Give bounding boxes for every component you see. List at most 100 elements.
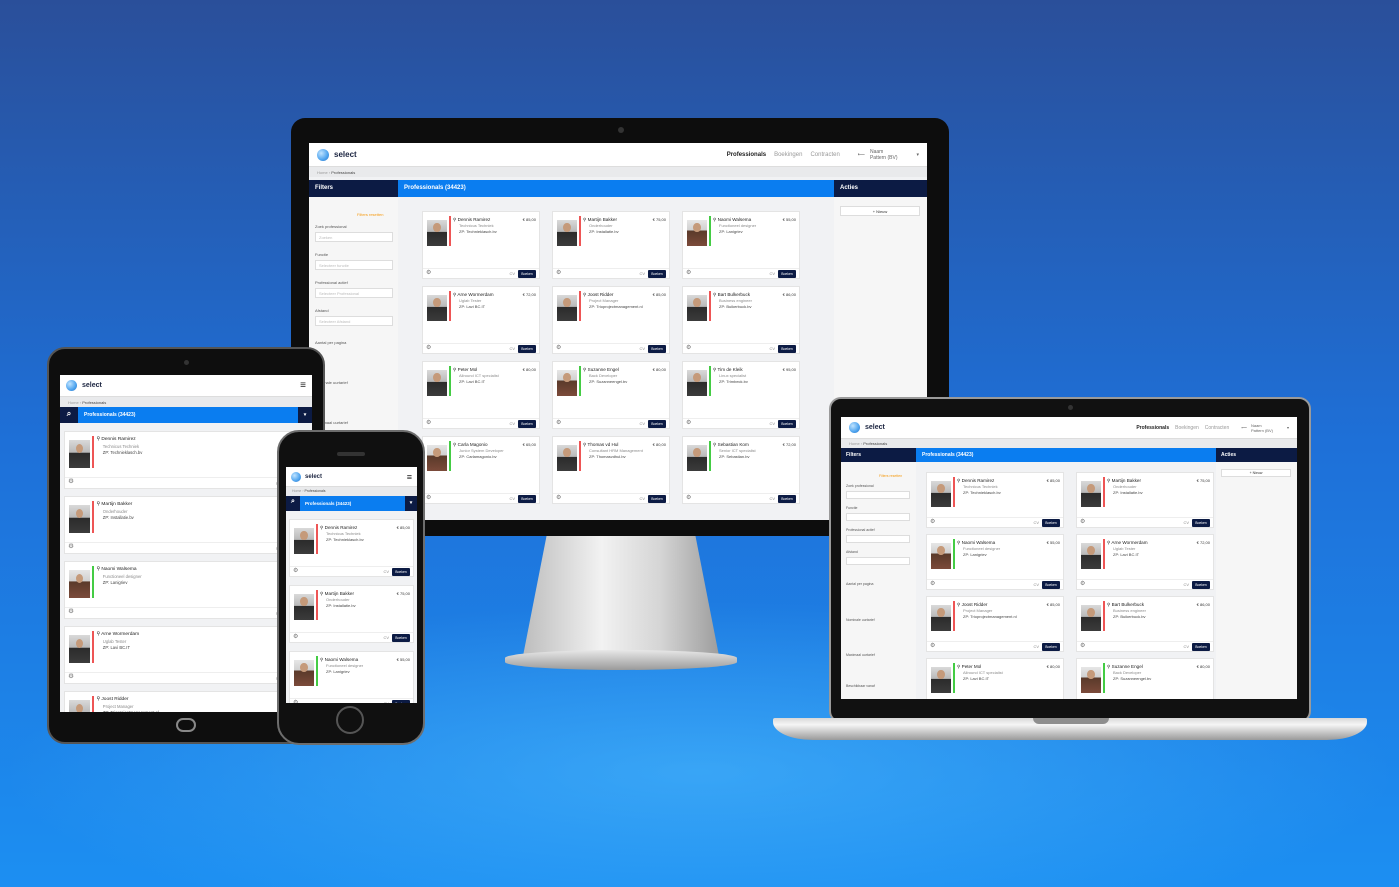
gear-icon[interactable]: ⚙ [1080, 518, 1085, 525]
gear-icon[interactable]: ⚙ [68, 608, 74, 615]
nav-contracts[interactable]: Contracten [810, 152, 839, 158]
cv-link[interactable]: CV [509, 346, 515, 351]
book-button[interactable]: Boeken [648, 270, 666, 278]
status-select[interactable] [846, 535, 910, 543]
profile-card[interactable]: ⚲ Peter Mol € 80,00 Allround ICT specialis… [926, 658, 1064, 699]
book-button[interactable]: Boeken [518, 495, 536, 503]
profile-card[interactable]: ⚲ Martijn Bakker€ 75,00OnderhouderZP: In… [1076, 472, 1214, 528]
gear-icon[interactable]: ⚙ [68, 673, 74, 680]
profile-card[interactable]: ⚲ Suzanne Engel € 80,00 Back Developer ZP: … [1076, 658, 1214, 699]
gear-icon[interactable]: ⚙ [930, 642, 935, 649]
profile-card[interactable]: ⚲ Martijn Bakker€ 75,00OnderhouderZP: In… [552, 211, 670, 279]
book-button[interactable]: Boeken [392, 568, 410, 576]
book-button[interactable]: Boeken [1042, 581, 1060, 589]
gear-icon[interactable]: ⚙ [686, 494, 691, 501]
cv-link[interactable]: CV [1033, 520, 1039, 525]
book-button[interactable]: Boeken [648, 345, 666, 353]
gear-icon[interactable]: ⚙ [426, 419, 431, 426]
profile-card[interactable]: ⚲ Joost Ridder€ 85,00Project ManagerZP: … [926, 596, 1064, 652]
profile-card[interactable]: ⚲ Bart Bulkerbuck € 86,00 Business enginee… [1076, 596, 1214, 652]
cv-link[interactable]: CV [769, 271, 775, 276]
nav-bookings[interactable]: Boekingen [1175, 425, 1199, 431]
gear-icon[interactable]: ⚙ [1080, 580, 1085, 587]
book-button[interactable]: Boeken [518, 270, 536, 278]
profile-card[interactable]: ⚲ Joost Ridder€ 85,00Project ManagerZP: … [64, 691, 308, 712]
search-input[interactable] [846, 491, 910, 499]
cv-link[interactable]: CV [769, 496, 775, 501]
cv-link[interactable]: CV [1033, 582, 1039, 587]
gear-icon[interactable]: ⚙ [556, 269, 561, 276]
book-button[interactable]: Boeken [518, 345, 536, 353]
profile-card[interactable]: ⚲ Naomi Walsema€ 55,00Functioneel design… [64, 561, 308, 619]
user-menu[interactable]: ⟵ Naam Pattern (BV) ▾ [1241, 423, 1289, 433]
profile-card[interactable]: ⚲ Peter Mol € 80,00 Allround ICT specialis… [422, 361, 540, 429]
search-icon[interactable]: ⌕ [60, 407, 78, 423]
gear-icon[interactable]: ⚙ [426, 494, 431, 501]
book-button[interactable]: Boeken [778, 345, 796, 353]
breadcrumb-home[interactable]: Home [292, 489, 301, 493]
search-icon[interactable]: ⌕ [286, 496, 300, 511]
function-select[interactable] [846, 513, 910, 521]
hamburger-menu-icon[interactable]: ≡ [407, 472, 412, 482]
profile-card[interactable]: ⚲ Tim de Kleik € 95,00 Linux specialist ZP:… [682, 361, 800, 429]
book-button[interactable]: Boeken [778, 495, 796, 503]
cv-link[interactable]: CV [509, 496, 515, 501]
status-select[interactable]: Selecteer Professional [315, 288, 393, 298]
gear-icon[interactable]: ⚙ [1080, 642, 1085, 649]
book-button[interactable]: Boeken [1042, 519, 1060, 527]
gear-icon[interactable]: ⚙ [68, 543, 74, 550]
book-button[interactable]: Boeken [648, 420, 666, 428]
breadcrumb-home[interactable]: Home [849, 441, 860, 446]
gear-icon[interactable]: ⚙ [556, 419, 561, 426]
filters-reset-link[interactable]: Filters resetten [357, 212, 383, 217]
profile-card[interactable]: ⚲ Joost Ridder€ 85,00Project ManagerZP: … [552, 286, 670, 354]
search-input[interactable]: Zoeken [315, 232, 393, 242]
cv-link[interactable]: CV [639, 496, 645, 501]
gear-icon[interactable]: ⚙ [556, 494, 561, 501]
book-button[interactable]: Boeken [518, 420, 536, 428]
nav-professionals[interactable]: Professionals [727, 152, 766, 158]
profile-card[interactable]: ⚲ Bart Bulkerbuck € 86,00 Business enginee… [682, 286, 800, 354]
cv-link[interactable]: CV [383, 701, 389, 703]
profile-card[interactable]: ⚲ Martijn Bakker€ 75,00OnderhouderZP: In… [289, 585, 414, 643]
book-button[interactable]: Boeken [392, 700, 410, 703]
gear-icon[interactable]: ⚙ [686, 269, 691, 276]
profile-card[interactable]: ⚲ Suzanne Engel € 80,00 Back Developer ZP: … [552, 361, 670, 429]
nav-bookings[interactable]: Boekingen [774, 152, 802, 158]
profile-card[interactable]: ⚲ Dennis Ramirez€ 85,00Technicus Technie… [289, 519, 414, 577]
cv-link[interactable]: CV [639, 271, 645, 276]
cv-link[interactable]: CV [509, 421, 515, 426]
nav-contracts[interactable]: Contracten [1205, 425, 1229, 431]
new-button[interactable]: + Nieuw [840, 206, 920, 216]
gear-icon[interactable]: ⚙ [930, 518, 935, 525]
profile-card[interactable]: ⚲ Martijn Bakker€ 75,00OnderhouderZP: In… [64, 496, 308, 554]
nav-professionals[interactable]: Professionals [1136, 425, 1169, 431]
gear-icon[interactable]: ⚙ [686, 344, 691, 351]
gear-icon[interactable]: ⚙ [686, 419, 691, 426]
gear-icon[interactable]: ⚙ [293, 567, 298, 574]
profile-card[interactable]: ⚲ Dennis Ramirez€ 85,00Technicus Technie… [926, 472, 1064, 528]
book-button[interactable]: Boeken [778, 270, 796, 278]
region-select[interactable]: Selecteer Afstand [315, 316, 393, 326]
chevron-down-icon[interactable]: ▾ [405, 496, 417, 511]
cv-link[interactable]: CV [639, 346, 645, 351]
book-button[interactable]: Boeken [1192, 519, 1210, 527]
breadcrumb-home[interactable]: Home [317, 170, 328, 175]
gear-icon[interactable]: ⚙ [293, 699, 298, 703]
profile-card[interactable]: ⚲ Naomi Walsema€ 55,00Functioneel design… [926, 534, 1064, 590]
cv-link[interactable]: CV [383, 569, 389, 574]
gear-icon[interactable]: ⚙ [426, 269, 431, 276]
cv-link[interactable]: CV [1183, 520, 1189, 525]
gear-icon[interactable]: ⚙ [68, 478, 74, 485]
book-button[interactable]: Boeken [1192, 581, 1210, 589]
profile-card[interactable]: ⚲ Arne Wormerdam€ 72,00Uglab TesterZP: L… [64, 626, 308, 684]
profile-card[interactable]: ⚲ Carla Magonio € 65,00 Junior System Deve… [422, 436, 540, 504]
profile-card[interactable]: ⚲ Sebastian Kom € 72,00 Senior ICT special… [682, 436, 800, 504]
user-menu[interactable]: ⟵ Naam Pattern (BV) ▾ [858, 149, 919, 161]
cv-link[interactable]: CV [1183, 644, 1189, 649]
book-button[interactable]: Boeken [1042, 643, 1060, 651]
book-button[interactable]: Boeken [1192, 643, 1210, 651]
book-button[interactable]: Boeken [392, 634, 410, 642]
function-select[interactable]: Selecteer functie [315, 260, 393, 270]
cv-link[interactable]: CV [639, 421, 645, 426]
